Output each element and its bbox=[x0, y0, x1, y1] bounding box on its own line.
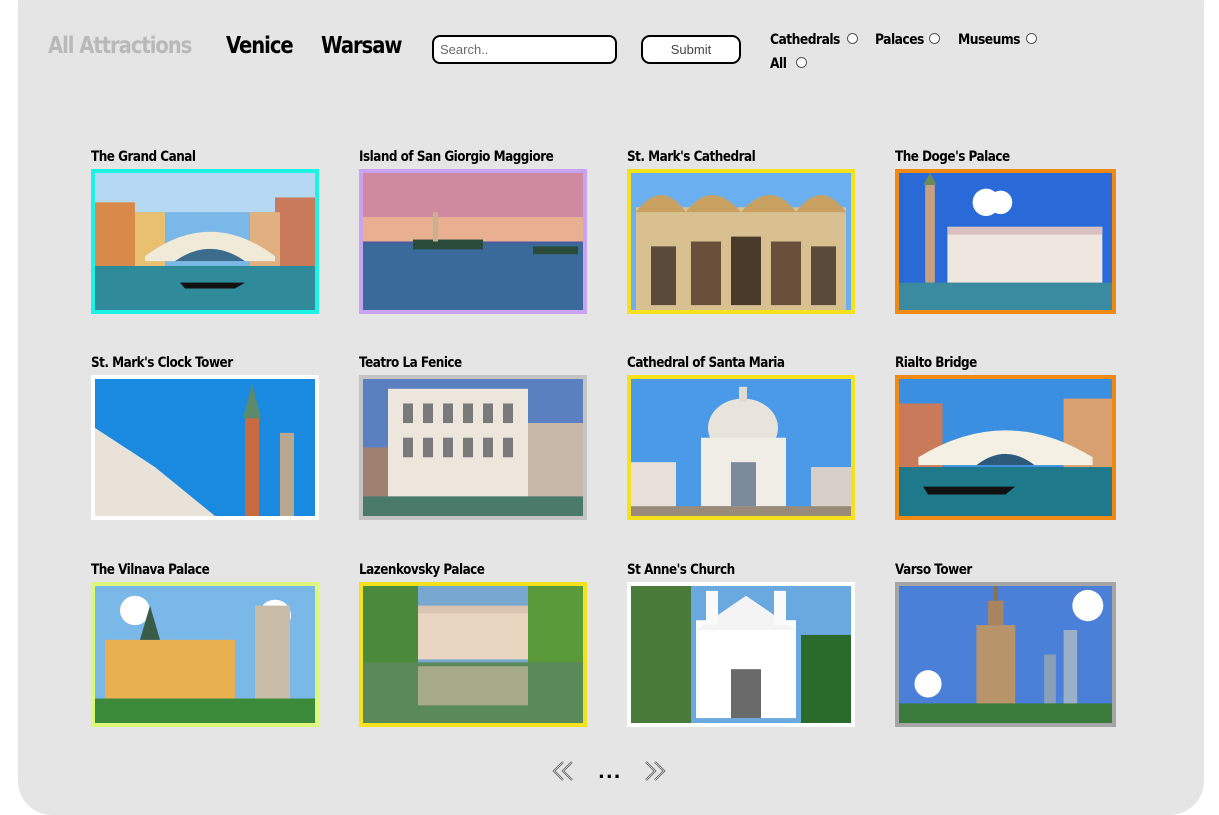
nav-venice[interactable]: Venice bbox=[226, 33, 294, 63]
card-image[interactable] bbox=[627, 169, 855, 314]
card-title: Rialto Bridge bbox=[895, 355, 977, 371]
nav-all-attractions[interactable]: All Attractions bbox=[48, 33, 192, 63]
filter-palaces[interactable]: Palaces bbox=[875, 32, 940, 53]
card-image[interactable] bbox=[91, 582, 319, 727]
card-title: St. Mark's Cathedral bbox=[627, 149, 756, 165]
filter-all-label: All bbox=[770, 56, 787, 72]
card-title: The Vilnava Palace bbox=[91, 562, 210, 578]
filter-all-radio[interactable] bbox=[795, 57, 807, 68]
nav-warsaw[interactable]: Warsaw bbox=[321, 33, 402, 63]
filter-museums[interactable]: Museums bbox=[958, 32, 1038, 53]
card-title: Lazenkovsky Palace bbox=[359, 562, 485, 578]
card-image[interactable] bbox=[627, 375, 855, 520]
card-image[interactable] bbox=[895, 169, 1116, 314]
card-title: St. Mark's Clock Tower bbox=[91, 355, 233, 371]
filter-museums-label: Museums bbox=[958, 32, 1021, 48]
double-chevron-left-icon[interactable] bbox=[550, 759, 576, 783]
card-title: The Doge's Palace bbox=[895, 149, 1010, 165]
card-title: Cathedral of Santa Maria bbox=[627, 355, 785, 371]
card-image[interactable] bbox=[895, 375, 1116, 520]
card-image[interactable] bbox=[895, 582, 1116, 727]
card-title: Teatro La Fenice bbox=[359, 355, 462, 371]
card-image[interactable] bbox=[91, 375, 319, 520]
card-image[interactable] bbox=[627, 582, 855, 727]
search-input[interactable] bbox=[432, 35, 617, 64]
card-image[interactable] bbox=[359, 582, 587, 727]
filter-palaces-radio[interactable] bbox=[928, 33, 940, 44]
card-image[interactable] bbox=[91, 169, 319, 314]
filter-museums-radio[interactable] bbox=[1026, 33, 1038, 44]
card-title: Varso Tower bbox=[895, 562, 972, 578]
card-title: Island of San Giorgio Maggiore bbox=[359, 149, 554, 165]
card-image[interactable] bbox=[359, 375, 587, 520]
filter-cathedrals[interactable]: Cathedrals bbox=[770, 32, 859, 53]
pagination-ellipsis: ... bbox=[598, 762, 622, 783]
filter-cathedrals-radio[interactable] bbox=[847, 33, 859, 44]
card-title: The Grand Canal bbox=[91, 149, 196, 165]
double-chevron-right-icon[interactable] bbox=[642, 759, 668, 783]
filter-all[interactable]: All bbox=[770, 56, 807, 77]
submit-button[interactable]: Submit bbox=[641, 35, 741, 64]
card-image[interactable] bbox=[359, 169, 587, 314]
filter-palaces-label: Palaces bbox=[875, 32, 924, 48]
filter-cathedrals-label: Cathedrals bbox=[770, 32, 840, 48]
card-title: St Anne's Church bbox=[627, 562, 735, 578]
